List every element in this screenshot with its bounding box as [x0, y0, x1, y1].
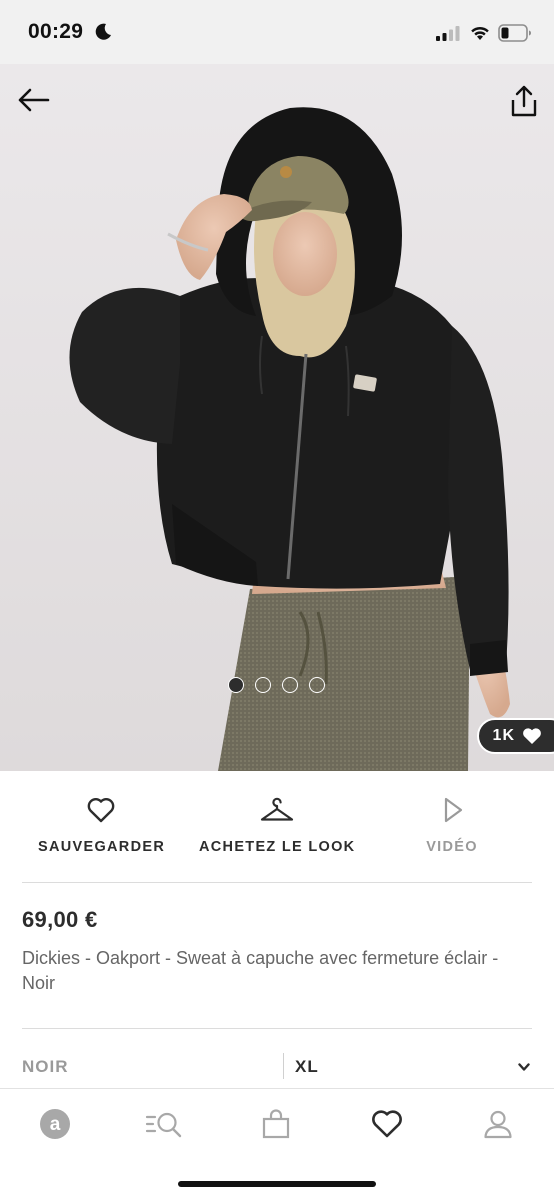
back-arrow-icon[interactable]: [14, 84, 54, 116]
status-time: 00:29: [28, 20, 84, 43]
product-price: 69,00 €: [22, 907, 98, 932]
play-icon: [444, 797, 463, 823]
heart-outline-icon: [87, 798, 115, 823]
nav-home[interactable]: a: [35, 1107, 75, 1141]
product-actions: SAUVEGARDER ACHETEZ LE LOOK VIDÉO: [0, 771, 554, 882]
carousel-dot-1[interactable]: [228, 677, 244, 693]
home-logo-icon: a: [40, 1109, 70, 1139]
nav-bag[interactable]: [256, 1107, 296, 1141]
wifi-icon: [471, 26, 489, 40]
bag-icon: [262, 1109, 290, 1139]
shop-the-look-label: ACHETEZ LE LOOK: [199, 839, 356, 855]
video-label: VIDÉO: [426, 839, 478, 855]
size-select[interactable]: XL: [295, 1057, 319, 1077]
hanger-icon: [260, 797, 294, 821]
divider: [22, 882, 532, 883]
variant-separator: [283, 1053, 284, 1079]
likes-badge[interactable]: 1K: [476, 718, 554, 754]
nav-saved[interactable]: [367, 1107, 407, 1141]
chevron-down-icon[interactable]: [518, 1062, 530, 1072]
product-name: Dickies - Oakport - Sweat à capuche avec…: [22, 948, 499, 993]
carousel-dot-4[interactable]: [309, 677, 325, 693]
carousel-dot-2[interactable]: [255, 677, 271, 693]
search-icon: [145, 1112, 182, 1138]
profile-icon: [484, 1110, 512, 1139]
product-photo: [0, 64, 554, 771]
svg-text:a: a: [50, 1114, 61, 1135]
heart-icon: [372, 1110, 402, 1138]
status-indicators: [436, 22, 532, 44]
divider: [22, 1028, 532, 1029]
home-indicator[interactable]: [178, 1181, 376, 1187]
carousel-dots: [228, 677, 325, 693]
nav-profile[interactable]: [478, 1107, 518, 1141]
signal-icon: [436, 26, 460, 41]
video-button[interactable]: VIDÉO: [420, 793, 484, 855]
save-button[interactable]: SAUVEGARDER: [38, 793, 164, 855]
colour-value: NOIR: [22, 1057, 69, 1076]
likes-count: 1K: [492, 727, 515, 744]
nav-search[interactable]: [144, 1107, 184, 1141]
heart-filled-icon: [523, 728, 541, 744]
save-label: SAUVEGARDER: [38, 839, 166, 855]
battery-icon: [498, 24, 531, 42]
shop-the-look-button[interactable]: ACHETEZ LE LOOK: [199, 793, 355, 855]
variant-selector: NOIR XL: [0, 1048, 554, 1088]
status-bar: 00:29: [0, 0, 554, 64]
moon-icon: [95, 23, 111, 40]
share-icon[interactable]: [508, 84, 540, 118]
carousel-dot-3[interactable]: [282, 677, 298, 693]
product-image-carousel[interactable]: 1K: [0, 64, 554, 771]
